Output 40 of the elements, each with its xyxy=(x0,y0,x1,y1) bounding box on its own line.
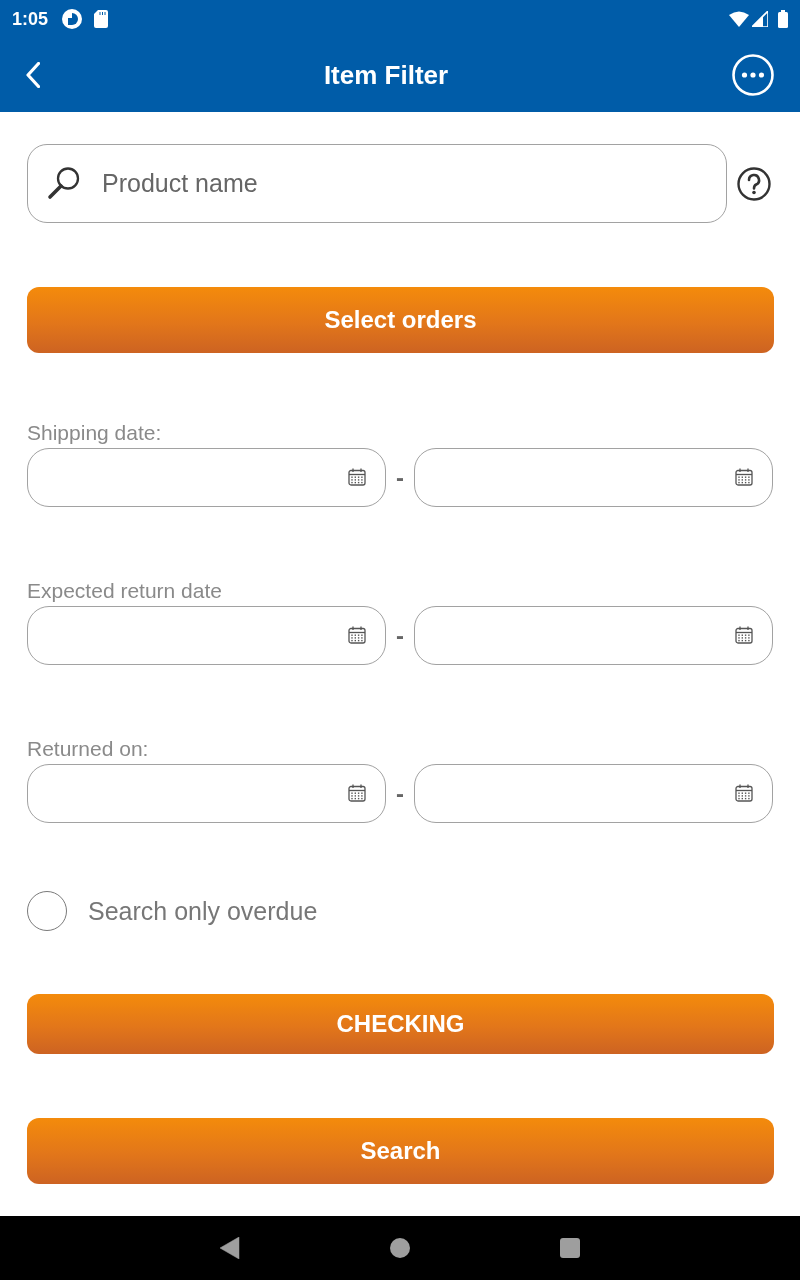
date-field[interactable] xyxy=(27,606,386,665)
battery-icon xyxy=(778,10,788,28)
back-button[interactable] xyxy=(26,62,40,88)
wifi-icon xyxy=(729,11,749,27)
date-field[interactable] xyxy=(414,764,773,823)
radio-button[interactable] xyxy=(27,891,67,931)
search-icon xyxy=(46,165,82,201)
circle-logo-icon xyxy=(62,9,83,29)
calendar-icon[interactable] xyxy=(348,626,366,644)
nav-back-icon[interactable] xyxy=(220,1237,240,1259)
calendar-icon[interactable] xyxy=(735,626,753,644)
more-icon xyxy=(732,54,774,96)
date-label: Returned on: xyxy=(27,737,150,761)
calendar-icon[interactable] xyxy=(735,784,753,802)
sd-card-icon xyxy=(94,10,109,28)
search-field[interactable]: Product name xyxy=(27,144,727,223)
calendar-icon[interactable] xyxy=(348,468,366,486)
help-icon xyxy=(737,166,771,201)
calendar-icon[interactable] xyxy=(348,784,366,802)
screen-title: Item Filter xyxy=(323,60,449,90)
help-button[interactable] xyxy=(737,166,771,201)
date-field[interactable] xyxy=(27,764,386,823)
range-dash: - xyxy=(395,623,405,648)
date-field[interactable] xyxy=(414,448,773,507)
range-dash: - xyxy=(395,781,405,806)
more-button[interactable] xyxy=(732,54,774,96)
date-label: Shipping date: xyxy=(27,421,163,445)
search-button[interactable]: Search xyxy=(27,1118,774,1184)
signal-icon xyxy=(752,11,768,27)
date-field[interactable] xyxy=(414,606,773,665)
range-dash: - xyxy=(395,465,405,490)
date-label: Expected return date xyxy=(27,579,223,603)
checking-button[interactable]: CHECKING xyxy=(27,994,774,1054)
nav-home-icon[interactable] xyxy=(390,1238,410,1258)
select-orders-button[interactable]: Select orders xyxy=(27,287,774,353)
calendar-icon[interactable] xyxy=(735,468,753,486)
back-chevron-icon xyxy=(26,62,40,88)
status-time: 1:05 xyxy=(12,9,49,29)
date-field[interactable] xyxy=(27,448,386,507)
option-label: Search only overdue xyxy=(88,896,318,926)
